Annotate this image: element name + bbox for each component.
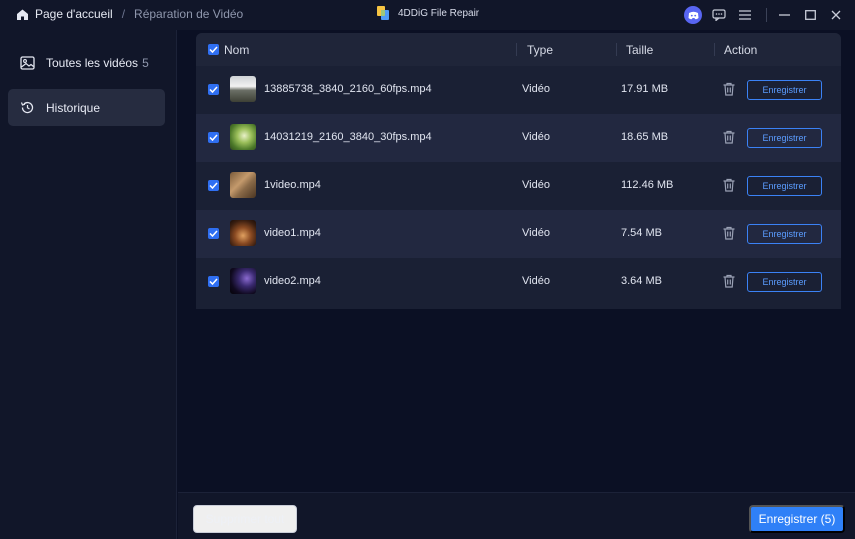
save-button[interactable]: Enregistrer — [747, 128, 822, 148]
save-button[interactable]: Enregistrer — [747, 80, 822, 100]
breadcrumb-home-link[interactable]: Page d'accueil — [35, 7, 113, 21]
video-thumbnail — [230, 172, 256, 198]
trash-icon[interactable] — [721, 129, 737, 145]
breadcrumb-separator: / — [121, 7, 126, 21]
file-size: 18.65 MB — [621, 131, 669, 143]
app-title: 4DDiG File Repair — [377, 6, 479, 20]
sidebar-item-label: Toutes les vidéos — [46, 55, 139, 70]
table-row[interactable]: 14031219_2160_3840_30fps.mp4 Vidéo 18.65… — [196, 114, 841, 162]
save-button[interactable]: Enregistrer — [747, 176, 822, 196]
table-row[interactable]: video1.mp4 Vidéo 7.54 MB Enregistrer — [196, 210, 841, 258]
feedback-icon[interactable] — [708, 4, 730, 26]
file-name: 14031219_2160_3840_30fps.mp4 — [264, 131, 432, 143]
file-size: 3.64 MB — [621, 275, 662, 287]
menu-icon[interactable] — [734, 4, 756, 26]
table-row[interactable]: 1video.mp4 Vidéo 112.46 MB Enregistrer — [196, 162, 841, 210]
breadcrumb-current: Réparation de Vidéo — [134, 7, 244, 21]
row-checkbox[interactable] — [208, 228, 219, 239]
table-row[interactable]: video2.mp4 Vidéo 3.64 MB Enregistrer — [196, 258, 841, 306]
image-icon — [19, 55, 35, 71]
video-thumbnail — [230, 220, 256, 246]
file-name: video2.mp4 — [264, 275, 321, 287]
file-name: 1video.mp4 — [264, 179, 321, 191]
video-table: Nom Type Taille Action 13885738_3840_216… — [196, 33, 841, 309]
file-type: Vidéo — [522, 227, 550, 239]
sidebar-item-history[interactable]: Historique — [8, 89, 165, 126]
delete-all-button[interactable]: Supprimer tout — [193, 505, 297, 533]
save-button[interactable]: Enregistrer — [747, 272, 822, 292]
minimize-icon[interactable] — [773, 4, 795, 26]
save-all-button[interactable]: Enregistrer (5) — [749, 505, 845, 533]
file-name: 13885738_3840_2160_60fps.mp4 — [264, 83, 432, 95]
app-title-text: 4DDiG File Repair — [398, 7, 480, 19]
column-header-name[interactable]: Nom — [224, 43, 249, 57]
row-checkbox[interactable] — [208, 84, 219, 95]
sidebar: Toutes les vidéos 5 Historique — [0, 30, 177, 539]
window-controls — [682, 0, 855, 30]
file-size: 112.46 MB — [621, 179, 674, 191]
trash-icon[interactable] — [721, 273, 737, 289]
maximize-icon[interactable] — [799, 4, 821, 26]
column-divider — [714, 43, 715, 56]
window-controls-divider — [766, 8, 767, 22]
app-logo-icon — [377, 6, 390, 20]
home-icon[interactable] — [16, 8, 29, 21]
close-icon[interactable] — [825, 4, 847, 26]
file-size: 17.91 MB — [621, 83, 669, 95]
trash-icon[interactable] — [721, 225, 737, 241]
column-header-size[interactable]: Taille — [626, 43, 653, 57]
breadcrumb: Page d'accueil / Réparation de Vidéo — [16, 7, 243, 21]
column-header-action: Action — [724, 43, 758, 57]
file-name: video1.mp4 — [264, 227, 321, 239]
file-type: Vidéo — [522, 131, 550, 143]
row-checkbox[interactable] — [208, 276, 219, 287]
file-size: 7.54 MB — [621, 227, 662, 239]
sidebar-item-all-videos[interactable]: Toutes les vidéos 5 — [8, 44, 165, 81]
row-checkbox[interactable] — [208, 132, 219, 143]
table-row[interactable]: 13885738_3840_2160_60fps.mp4 Vidéo 17.91… — [196, 66, 841, 114]
select-all-checkbox[interactable] — [208, 44, 219, 55]
video-thumbnail — [230, 268, 256, 294]
column-header-type[interactable]: Type — [527, 43, 553, 57]
footer-bar: Supprimer tout Enregistrer (5) — [178, 492, 855, 539]
history-icon — [19, 100, 35, 116]
sidebar-item-count: 5 — [142, 55, 149, 70]
video-thumbnail — [230, 76, 256, 102]
discord-icon[interactable] — [682, 4, 704, 26]
trash-icon[interactable] — [721, 81, 737, 97]
sidebar-item-label: Historique — [46, 100, 101, 115]
row-checkbox[interactable] — [208, 180, 219, 191]
save-button[interactable]: Enregistrer — [747, 224, 822, 244]
title-bar: Page d'accueil / Réparation de Vidéo 4DD… — [0, 0, 855, 30]
file-type: Vidéo — [522, 83, 550, 95]
file-type: Vidéo — [522, 275, 550, 287]
column-divider — [616, 43, 617, 56]
file-type: Vidéo — [522, 179, 550, 191]
table-header: Nom Type Taille Action — [196, 33, 841, 66]
column-divider — [516, 43, 517, 56]
trash-icon[interactable] — [721, 177, 737, 193]
video-thumbnail — [230, 124, 256, 150]
